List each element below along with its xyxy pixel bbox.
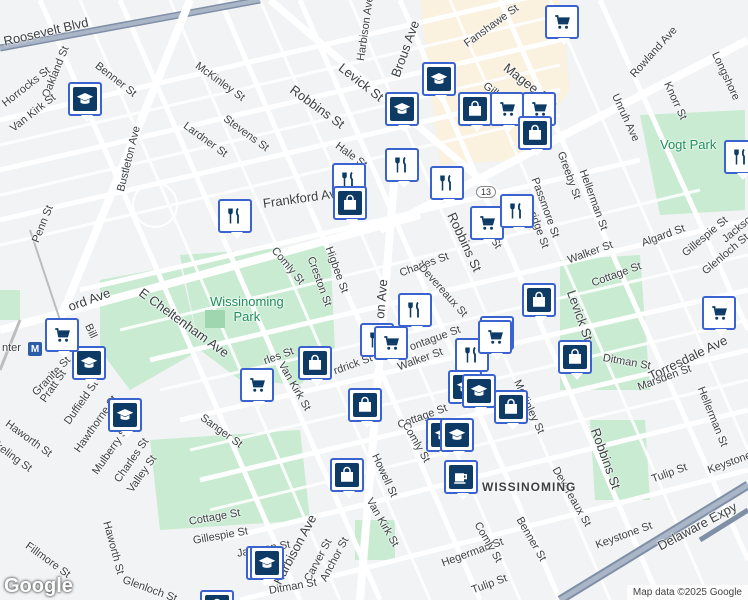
metro-icon[interactable]: M	[28, 342, 42, 356]
school-icon	[73, 87, 97, 111]
dine-icon	[729, 145, 748, 169]
school-poi-pin[interactable]	[68, 82, 102, 122]
bag-poi-pin[interactable]	[518, 116, 552, 156]
dine-icon	[390, 153, 414, 177]
school-poi-pin[interactable]	[250, 546, 284, 586]
dine-icon	[505, 199, 529, 223]
bag-poi-pin[interactable]	[558, 340, 592, 380]
park-area-edge	[0, 290, 20, 320]
dine-poi-pin[interactable]	[724, 140, 748, 180]
map-attribution[interactable]: Map data ©2025 Google	[626, 585, 748, 600]
cart-icon	[379, 331, 403, 355]
dine-poi-pin[interactable]	[430, 166, 464, 206]
school-icon	[77, 351, 101, 375]
bag-icon	[338, 191, 362, 215]
cart-poi-pin[interactable]	[545, 5, 579, 45]
bag-poi-pin[interactable]	[458, 92, 492, 132]
bag-poi-pin[interactable]	[330, 458, 364, 498]
school-poi-pin[interactable]	[108, 398, 142, 438]
cart-icon	[475, 211, 499, 235]
bag-poi-pin[interactable]	[333, 186, 367, 226]
coffee-poi-pin[interactable]	[444, 460, 478, 500]
neighborhood-label: WISSINOMING	[482, 480, 577, 494]
station-label: nter	[2, 342, 21, 354]
coffee-icon	[449, 465, 473, 489]
bag-poi-pin[interactable]	[298, 346, 332, 386]
cart-icon	[707, 301, 731, 325]
bag-icon	[463, 97, 487, 121]
bag-icon	[353, 393, 377, 417]
dine-poi-pin[interactable]	[398, 293, 432, 333]
map-canvas[interactable]: Roosevelt Blvd Benner St Oakland St Horr…	[0, 0, 748, 600]
cart-icon	[483, 325, 507, 349]
cart-icon	[550, 10, 574, 34]
bag-icon	[527, 288, 551, 312]
dine-poi-pin[interactable]	[218, 199, 252, 239]
bag-poi-pin[interactable]	[494, 390, 528, 430]
cart-icon	[50, 323, 74, 347]
bag-poi-pin[interactable]	[200, 590, 234, 600]
bag-icon	[523, 121, 547, 145]
bag-icon	[205, 595, 229, 600]
school-icon	[427, 67, 451, 91]
cart-poi-pin[interactable]	[240, 368, 274, 408]
school-icon	[113, 403, 137, 427]
bag-icon	[499, 395, 523, 419]
school-icon	[467, 379, 491, 403]
wissinoming-park-label: Wissinoming Park	[210, 294, 284, 324]
bag-icon	[335, 463, 359, 487]
cart-poi-pin[interactable]	[470, 206, 504, 246]
vogt-park-label: Vogt Park	[660, 137, 717, 152]
cart-poi-pin[interactable]	[374, 326, 408, 366]
dine-icon	[435, 171, 459, 195]
bag-poi-pin[interactable]	[522, 283, 556, 323]
school-poi-pin[interactable]	[440, 418, 474, 458]
cart-poi-pin[interactable]	[702, 296, 736, 336]
dine-icon	[403, 298, 427, 322]
school-icon	[445, 423, 469, 447]
school-icon	[390, 97, 414, 121]
school-icon	[255, 551, 279, 575]
google-logo[interactable]: Google	[4, 575, 73, 598]
dine-poi-pin[interactable]	[500, 194, 534, 234]
cart-poi-pin[interactable]	[478, 320, 512, 360]
school-poi-pin[interactable]	[422, 62, 456, 102]
school-poi-pin[interactable]	[385, 92, 419, 132]
cart-poi-pin[interactable]	[45, 318, 79, 358]
dine-poi-pin[interactable]	[385, 148, 419, 188]
school-poi-pin[interactable]	[462, 374, 496, 414]
bag-poi-pin[interactable]	[348, 388, 382, 428]
dine-icon	[223, 204, 247, 228]
bag-icon	[303, 351, 327, 375]
bag-icon	[563, 345, 587, 369]
route-13-badge: 13	[476, 186, 497, 198]
cart-icon	[245, 373, 269, 397]
cart-icon	[495, 97, 519, 121]
